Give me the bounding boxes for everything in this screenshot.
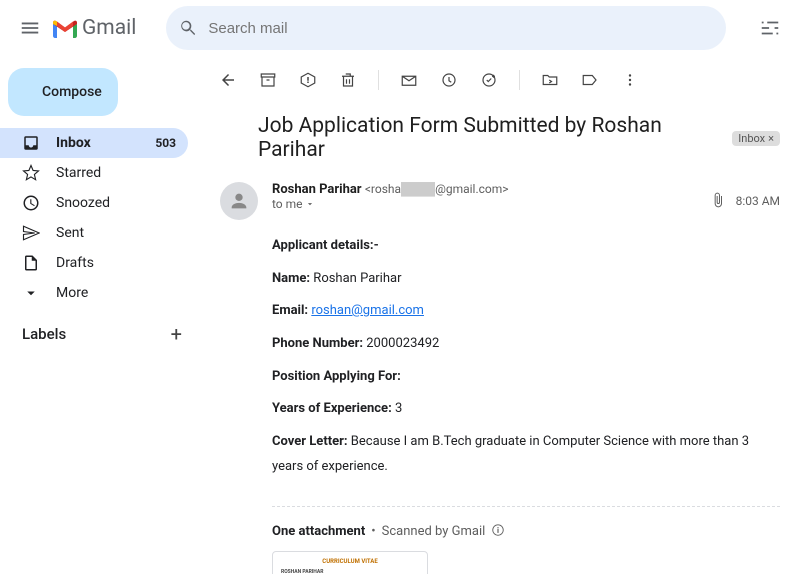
search-input[interactable] [208,20,714,37]
sidebar-item-inbox[interactable]: Inbox 503 [0,128,188,158]
inbox-label-chip[interactable]: Inbox × [732,131,780,146]
to-line[interactable]: to me [272,197,710,211]
message-body: Applicant details:- Name: Roshan Parihar… [200,224,800,496]
snooze-button[interactable] [439,70,459,90]
labels-button[interactable] [580,70,600,90]
sidebar: Compose Inbox 503 Starred Snoozed Sent D… [0,56,200,574]
inbox-icon [22,134,40,152]
search-options-button[interactable] [750,8,790,48]
applicant-email-link[interactable]: roshan@gmail.com [311,303,424,318]
gmail-logo[interactable]: Gmail [52,16,136,40]
attachment-count: One attachment [272,524,365,539]
drafts-icon [22,254,40,272]
search-icon [178,18,198,38]
chevron-down-icon [22,284,40,302]
back-button[interactable] [218,70,238,90]
from-line: Roshan Parihar <rosha████@gmail.com> [272,182,710,197]
sidebar-item-starred[interactable]: Starred [0,158,188,188]
sidebar-item-drafts[interactable]: Drafts [0,248,188,278]
attachment-card[interactable]: CURRICULUM VITAE ROSHAN PARIHAR Career O… [272,551,428,574]
message-time: 8:03 AM [736,194,780,208]
sidebar-item-sent[interactable]: Sent [0,218,188,248]
report-spam-button[interactable] [298,70,318,90]
message-pane: Job Application Form Submitted by Roshan… [200,56,800,574]
sidebar-item-snoozed[interactable]: Snoozed [0,188,188,218]
more-actions-button[interactable] [620,70,640,90]
scan-label: Scanned by Gmail [382,524,486,539]
info-icon[interactable] [491,523,505,541]
add-task-button[interactable] [479,70,499,90]
sidebar-item-more[interactable]: More [0,278,188,308]
compose-label: Compose [42,84,102,100]
labels-heading: Labels [22,325,66,343]
compose-button[interactable]: Compose [8,68,118,116]
remove-label-icon[interactable]: × [768,132,774,145]
attachment-preview: CURRICULUM VITAE ROSHAN PARIHAR Career O… [273,552,427,574]
message-toolbar [200,56,800,104]
add-label-button[interactable]: + [171,322,182,346]
attachment-icon [710,192,726,211]
message-subject: Job Application Form Submitted by Roshan… [258,114,722,162]
sender-avatar[interactable] [220,182,258,220]
sent-icon [22,224,40,242]
move-to-button[interactable] [540,70,560,90]
delete-button[interactable] [338,70,358,90]
app-name: Gmail [82,16,136,40]
search-bar[interactable] [166,6,726,50]
star-icon [22,164,40,182]
archive-button[interactable] [258,70,278,90]
main-menu-button[interactable] [10,8,50,48]
mark-unread-button[interactable] [399,70,419,90]
gmail-icon [52,18,78,38]
clock-icon [22,194,40,212]
chevron-down-icon [305,199,315,209]
